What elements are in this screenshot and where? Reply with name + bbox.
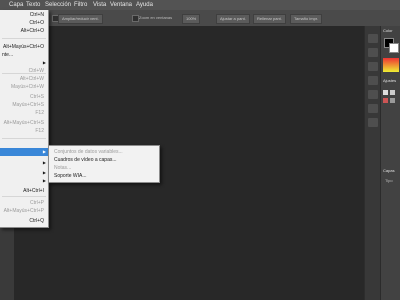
menu-item-automate[interactable]: ▶ <box>0 170 48 176</box>
panel-icon-strip <box>364 26 381 300</box>
properties-icon[interactable] <box>368 48 378 57</box>
actions-icon[interactable] <box>368 118 378 127</box>
menu-item-close-and-go[interactable]: Mayús+Ctrl+W <box>0 84 48 90</box>
menu-item-exit[interactable]: Ctrl+Q <box>0 218 48 224</box>
resize-windows-button[interactable]: Ampliar/reducir vent. <box>58 14 103 24</box>
menu-item-new[interactable]: Ctrl+N <box>0 12 48 18</box>
menu-item-revert[interactable]: F12 <box>0 128 48 134</box>
fit-screen-button[interactable]: Ajustar a pant. <box>216 14 250 24</box>
submenu-item-wia-support[interactable]: Soporte WIA... <box>54 173 87 179</box>
color-panel: Color <box>380 26 400 76</box>
zoom-all-label: Zoom en ventanas <box>139 15 173 20</box>
menu-item-print-one-copy[interactable]: Alt+Mayús+Ctrl+P <box>0 208 48 214</box>
menu-item-file-info[interactable]: Alt+Ctrl+I <box>0 188 48 194</box>
menu-item-scripts[interactable]: ▶ <box>0 178 48 184</box>
menu-item-save-as[interactable]: Mayús+Ctrl+S <box>0 102 48 108</box>
layers-tab[interactable]: Capas <box>383 168 395 173</box>
brush-icon[interactable] <box>368 62 378 71</box>
menu-item-open[interactable]: Ctrl+O <box>0 20 48 26</box>
levels-icon[interactable] <box>390 90 395 95</box>
history-icon[interactable] <box>368 34 378 43</box>
menu-ventana[interactable]: Ventana <box>110 2 132 8</box>
submenu-arrow-icon: ▶ <box>42 149 46 154</box>
fill-screen-button[interactable]: Rellenar pant. <box>253 14 286 24</box>
color-spectrum[interactable] <box>383 58 399 72</box>
menu-filtro[interactable]: Filtro <box>74 2 87 8</box>
menu-bar: Capa Texto Selección Filtro Vista Ventan… <box>0 0 400 10</box>
hue-icon[interactable] <box>383 98 388 103</box>
separator <box>2 38 46 39</box>
menu-item-save-for-web[interactable]: Alt+Mayús+Ctrl+S <box>0 120 48 126</box>
separator <box>2 196 46 197</box>
submenu-item-variable-data-sets[interactable]: Conjuntos de datos variables... <box>54 149 123 155</box>
curves-icon[interactable] <box>390 98 395 103</box>
menu-item-close[interactable]: Ctrl+W <box>0 68 48 74</box>
adjustments-panel: Ajustes <box>380 76 400 166</box>
layer-kind-filter[interactable]: Tipo <box>385 178 393 183</box>
print-size-button[interactable]: Tamaño impr. <box>290 14 323 24</box>
character-icon[interactable] <box>368 90 378 99</box>
menu-vista[interactable]: Vista <box>93 2 106 8</box>
menu-item-import[interactable]: ▶ <box>0 148 48 156</box>
menu-ayuda[interactable]: Ayuda <box>136 2 153 8</box>
menu-texto[interactable]: Texto <box>26 2 40 8</box>
paragraph-icon[interactable] <box>368 104 378 113</box>
menu-capa[interactable]: Capa <box>9 2 23 8</box>
submenu-item-notes[interactable]: Notas... <box>54 165 71 171</box>
menu-item-export[interactable]: ▶ <box>0 160 48 166</box>
separator <box>2 138 46 139</box>
brightness-icon[interactable] <box>383 90 388 95</box>
menu-item-save[interactable]: Ctrl+S <box>0 94 48 100</box>
submenu-arrow-icon: ▶ <box>42 170 46 175</box>
menu-item-recent-submenu[interactable]: ▶ <box>0 60 48 66</box>
menu-item-browse[interactable]: Alt+Ctrl+O <box>0 28 48 34</box>
submenu-arrow-icon: ▶ <box>42 160 46 165</box>
import-submenu: Conjuntos de datos variables... Cuadros … <box>48 145 160 183</box>
background-color-swatch[interactable] <box>389 43 399 53</box>
menu-item-check-in[interactable]: F12 <box>0 110 48 116</box>
adjustments-tab[interactable]: Ajustes <box>383 78 396 83</box>
menu-seleccion[interactable]: Selección <box>45 2 71 8</box>
file-menu-dropdown: Ctrl+N Ctrl+O Alt+Ctrl+O Alt+Mayús+Ctrl+… <box>0 10 49 228</box>
menu-item-close-all[interactable]: Alt+Ctrl+W <box>0 76 48 82</box>
options-bar: Ampliar/reducir vent. Zoom en ventanas 1… <box>0 10 400 27</box>
menu-item-open-recent[interactable]: nte... <box>0 52 48 58</box>
swatches-icon[interactable] <box>368 76 378 85</box>
color-tab[interactable]: Color <box>383 28 393 33</box>
submenu-item-video-frames-to-layers[interactable]: Cuadros de vídeo a capas... <box>54 157 117 163</box>
menu-item-open-as[interactable]: Alt+Mayús+Ctrl+O <box>0 44 48 50</box>
menu-item-print[interactable]: Ctrl+P <box>0 200 48 206</box>
submenu-arrow-icon: ▶ <box>42 178 46 183</box>
layers-panel: Capas Tipo <box>380 166 400 300</box>
actual-pixels-button[interactable]: 100% <box>182 14 201 24</box>
submenu-arrow-icon: ▶ <box>42 60 46 65</box>
zoom-all-checkbox[interactable] <box>132 15 139 22</box>
